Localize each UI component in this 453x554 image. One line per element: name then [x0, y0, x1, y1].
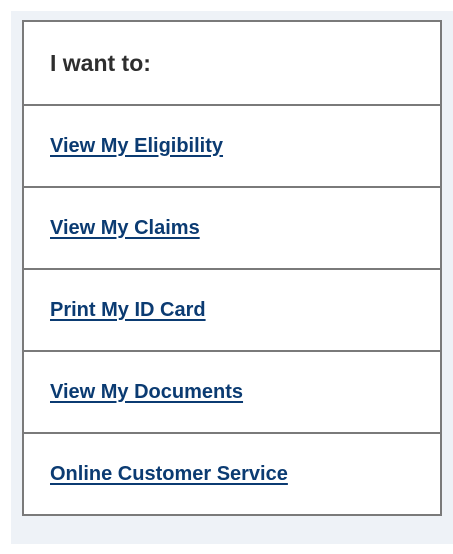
view-claims-link[interactable]: View My Claims: [50, 217, 200, 240]
menu-item-customer-service: Online Customer Service: [24, 432, 440, 514]
quick-links-menu: I want to: View My Eligibility View My C…: [22, 20, 442, 516]
menu-item-eligibility: View My Eligibility: [24, 104, 440, 186]
menu-item-id-card: Print My ID Card: [24, 268, 440, 350]
online-customer-service-link[interactable]: Online Customer Service: [50, 463, 288, 486]
menu-item-claims: View My Claims: [24, 186, 440, 268]
view-eligibility-link[interactable]: View My Eligibility: [50, 135, 223, 158]
menu-item-documents: View My Documents: [24, 350, 440, 432]
menu-heading: I want to:: [50, 49, 151, 76]
view-documents-link[interactable]: View My Documents: [50, 381, 243, 404]
print-id-card-link[interactable]: Print My ID Card: [50, 299, 206, 322]
menu-heading-row: I want to:: [24, 22, 440, 104]
